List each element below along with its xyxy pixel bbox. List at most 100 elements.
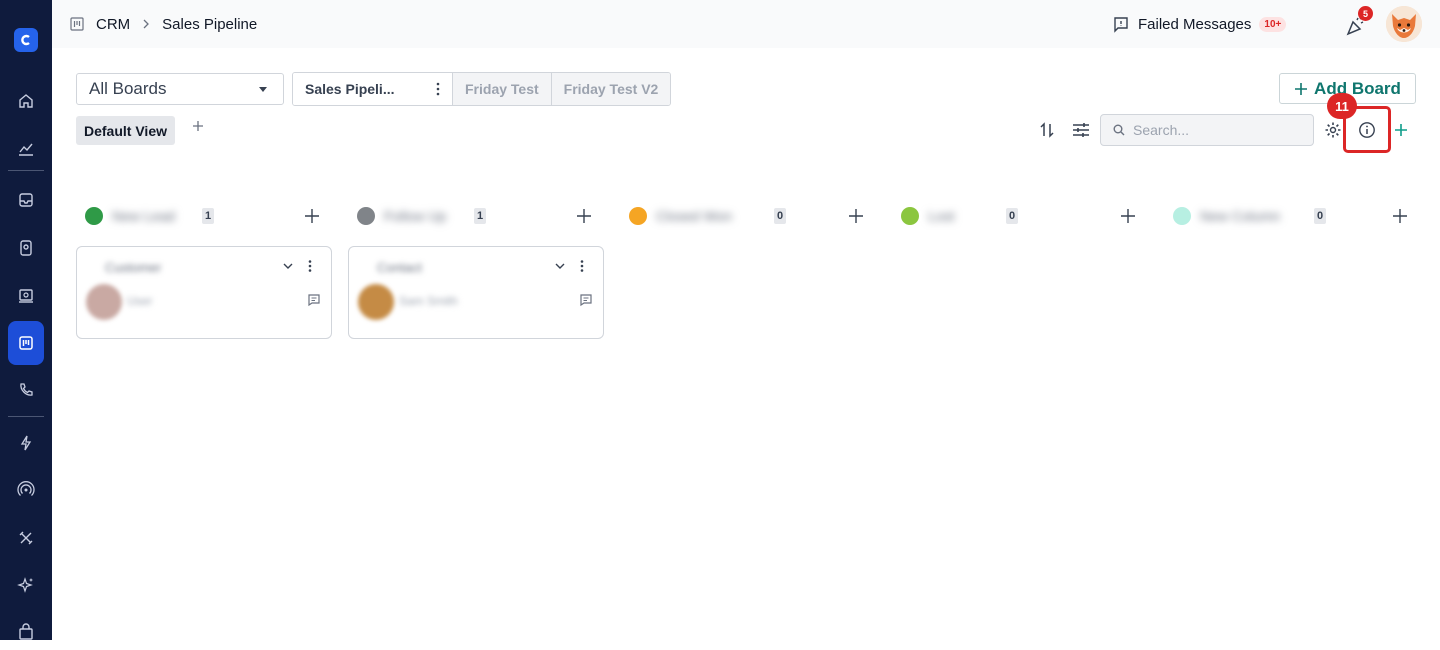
card-owner: Sam Smith	[399, 294, 458, 308]
gear-icon	[1325, 122, 1341, 138]
column-header: Lost 0	[892, 204, 1148, 228]
column-color-dot	[1173, 207, 1191, 225]
automation-icon[interactable]	[8, 425, 44, 461]
chevron-down-icon[interactable]	[553, 259, 567, 273]
contacts-icon[interactable]	[8, 230, 44, 266]
plus-icon	[1395, 124, 1407, 136]
more-vertical-icon[interactable]	[575, 259, 589, 273]
plus-icon	[1295, 82, 1308, 95]
card-title: Contact	[377, 260, 422, 275]
caret-down-icon	[259, 87, 267, 92]
board-tab-friday-test[interactable]: Friday Test	[453, 73, 552, 105]
app-logo[interactable]	[14, 28, 38, 52]
column-header: Closed Won 0	[620, 204, 876, 228]
board-tabs: Sales Pipeli... Friday Test Friday Test …	[292, 72, 672, 106]
search-input[interactable]	[1133, 122, 1293, 138]
card-title: Customer	[105, 260, 162, 275]
comment-icon[interactable]	[307, 293, 321, 307]
add-column-button[interactable]	[1389, 118, 1413, 142]
more-vertical-icon[interactable]	[436, 82, 440, 96]
column-name: New Column	[1200, 208, 1281, 224]
column-count: 1	[202, 208, 215, 224]
ai-sparkle-icon[interactable]	[8, 567, 44, 603]
board-tab-friday-test-v2[interactable]: Friday Test V2	[551, 73, 671, 105]
add-card-button[interactable]	[1388, 204, 1412, 228]
avatar	[86, 284, 122, 320]
settings-button[interactable]	[1321, 118, 1345, 142]
analytics-icon[interactable]	[8, 131, 44, 167]
boards-dropdown[interactable]: All Boards	[76, 73, 284, 105]
column-count: 0	[774, 208, 787, 224]
conversations-icon[interactable]	[8, 278, 44, 314]
sort-button[interactable]	[1035, 118, 1059, 142]
plus-icon	[1121, 209, 1135, 223]
view-tab-default[interactable]: Default View	[76, 116, 175, 145]
sidebar	[0, 0, 52, 640]
top-bar: CRM Sales Pipeline Failed Messages 10+ 5	[52, 0, 1440, 48]
column-name: Follow Up	[384, 208, 447, 224]
crm-board-icon[interactable]	[8, 321, 44, 365]
sort-arrows-icon	[1040, 122, 1054, 138]
add-view-button[interactable]	[192, 119, 204, 137]
board-tab-label: Friday Test	[465, 81, 539, 97]
failed-messages[interactable]: Failed Messages 10+	[1112, 0, 1287, 48]
column-name: New Lead	[112, 208, 176, 224]
add-card-button[interactable]	[844, 204, 868, 228]
chevron-down-icon[interactable]	[281, 259, 295, 273]
plus-icon	[1393, 209, 1407, 223]
plus-icon	[193, 121, 203, 131]
column-color-dot	[901, 207, 919, 225]
deal-card[interactable]: Customer User	[76, 246, 332, 339]
column-color-dot	[357, 207, 375, 225]
breadcrumb-current: Sales Pipeline	[162, 15, 258, 33]
comment-icon[interactable]	[579, 293, 593, 307]
plus-icon	[849, 209, 863, 223]
board-tab-sales-pipeline[interactable]: Sales Pipeli...	[293, 73, 453, 105]
avatar	[358, 284, 394, 320]
message-alert-icon	[1114, 17, 1128, 33]
add-card-button[interactable]	[1116, 204, 1140, 228]
breadcrumb-crm[interactable]: CRM	[96, 16, 130, 33]
view-tab-label: Default View	[84, 122, 167, 139]
column-count: 0	[1314, 208, 1327, 224]
card-owner: User	[127, 294, 153, 308]
notifications-button[interactable]: 5	[1342, 6, 1373, 38]
column-count: 0	[1006, 208, 1019, 224]
column-header: Follow Up 1	[348, 204, 604, 228]
column-color-dot	[85, 207, 103, 225]
step-badge: 11	[1327, 93, 1357, 119]
add-card-button[interactable]	[300, 204, 324, 228]
fox-avatar-icon	[1386, 6, 1422, 42]
column-header: New Lead 1	[76, 204, 332, 228]
user-avatar[interactable]	[1386, 6, 1422, 42]
filter-button[interactable]	[1069, 118, 1093, 142]
add-board-label: Add Board	[1314, 78, 1401, 98]
column-name: Lost	[928, 208, 955, 224]
column-header: New Column 0	[1164, 204, 1420, 228]
deal-card[interactable]: Contact Sam Smith	[348, 246, 604, 339]
notification-count-badge: 5	[1358, 6, 1373, 21]
search-icon	[1113, 124, 1125, 136]
column-name: Closed Won	[656, 208, 733, 224]
search-box	[1100, 114, 1314, 146]
board-tab-label: Sales Pipeli...	[305, 81, 395, 97]
inbox-icon[interactable]	[8, 182, 44, 218]
board-tab-label: Friday Test V2	[563, 81, 659, 97]
shopping-bag-icon[interactable]	[8, 614, 44, 650]
column-color-dot	[629, 207, 647, 225]
more-vertical-icon[interactable]	[303, 259, 317, 273]
tools-icon[interactable]	[8, 520, 44, 556]
home-icon[interactable]	[8, 83, 44, 119]
broadcast-icon[interactable]	[8, 472, 44, 508]
failed-messages-badge: 10+	[1259, 16, 1287, 32]
phone-icon[interactable]	[8, 372, 44, 408]
add-card-button[interactable]	[572, 204, 596, 228]
plus-icon	[577, 209, 591, 223]
failed-messages-label: Failed Messages	[1138, 15, 1252, 33]
sliders-icon	[1073, 123, 1089, 137]
board-icon	[70, 17, 84, 31]
chevron-right-icon	[143, 19, 150, 29]
column-count: 1	[474, 208, 487, 224]
breadcrumb: CRM Sales Pipeline	[70, 0, 257, 48]
plus-icon	[305, 209, 319, 223]
